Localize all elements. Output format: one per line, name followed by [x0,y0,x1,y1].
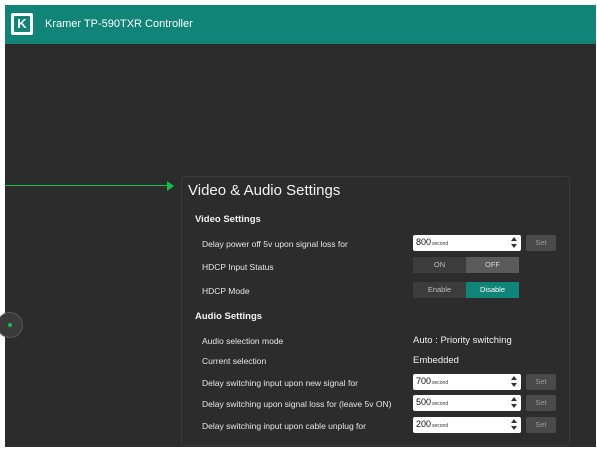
current-selection-label: Current selection [202,356,267,366]
delay-power-off-value: 800 [416,237,432,247]
audio-selection-mode-label: Audio selection mode [202,336,284,346]
hdcp-input-status-label: HDCP Input Status [202,262,274,272]
delay-new-signal-unit: second [432,380,449,386]
delay-new-signal-input[interactable]: 700 second [413,374,521,390]
delay-signal-loss-value: 500 [416,397,432,407]
delay-new-signal-value: 700 [416,376,432,386]
spinner-icon[interactable] [511,419,518,431]
app-window: K Kramer TP-590TXR Controller Video & Au… [0,5,596,447]
delay-cable-unplug-unit: second [432,423,449,429]
delay-cable-unplug-input[interactable]: 200 second [413,417,521,433]
connector-line [5,185,168,186]
delay-new-signal-set-button[interactable]: Set [526,374,556,390]
spinner-icon[interactable] [511,237,518,249]
delay-cable-unplug-value: 200 [416,419,432,429]
video-settings-heading: Video Settings [195,214,261,225]
hdcp-status-on: ON [413,257,466,273]
hdcp-input-status-toggle: ON OFF [413,257,519,273]
delay-power-off-set-button[interactable]: Set [526,235,556,251]
current-selection-value: Embedded [413,355,459,366]
delay-signal-loss-unit: second [432,401,449,407]
delay-power-off-label: Delay power off 5v upon signal loss for [202,239,348,249]
delay-cable-unplug-set-button[interactable]: Set [526,417,556,433]
hdcp-mode-toggle[interactable]: Enable Disable [413,282,519,298]
side-nav-handle[interactable] [0,312,23,338]
hdcp-mode-label: HDCP Mode [202,286,250,296]
delay-signal-loss-label: Delay switching upon signal loss for (le… [202,399,392,409]
spinner-icon[interactable] [511,397,518,409]
spinner-icon[interactable] [511,376,518,388]
delay-cable-unplug-label: Delay switching input upon cable unplug … [202,421,366,431]
panel-title: Video & Audio Settings [188,182,341,199]
audio-selection-mode-value: Auto : Priority switching [413,335,512,346]
handle-dot-icon [8,323,12,327]
delay-power-off-unit: second [432,241,449,247]
app-header: K Kramer TP-590TXR Controller [5,5,596,44]
delay-power-off-input[interactable]: 800 second [413,235,521,251]
delay-signal-loss-input[interactable]: 500 second [413,395,521,411]
hdcp-mode-enable-button[interactable]: Enable [413,282,466,298]
arrow-right-icon [167,181,174,191]
delay-new-signal-label: Delay switching input upon new signal fo… [202,378,358,388]
app-title: Kramer TP-590TXR Controller [45,18,193,30]
settings-panel: Video & Audio Settings Video Settings De… [181,176,570,446]
audio-settings-heading: Audio Settings [195,311,263,322]
hdcp-mode-disable-button[interactable]: Disable [466,282,519,298]
delay-signal-loss-set-button[interactable]: Set [526,395,556,411]
hdcp-status-off: OFF [466,257,519,273]
kramer-logo-icon: K [11,13,33,35]
